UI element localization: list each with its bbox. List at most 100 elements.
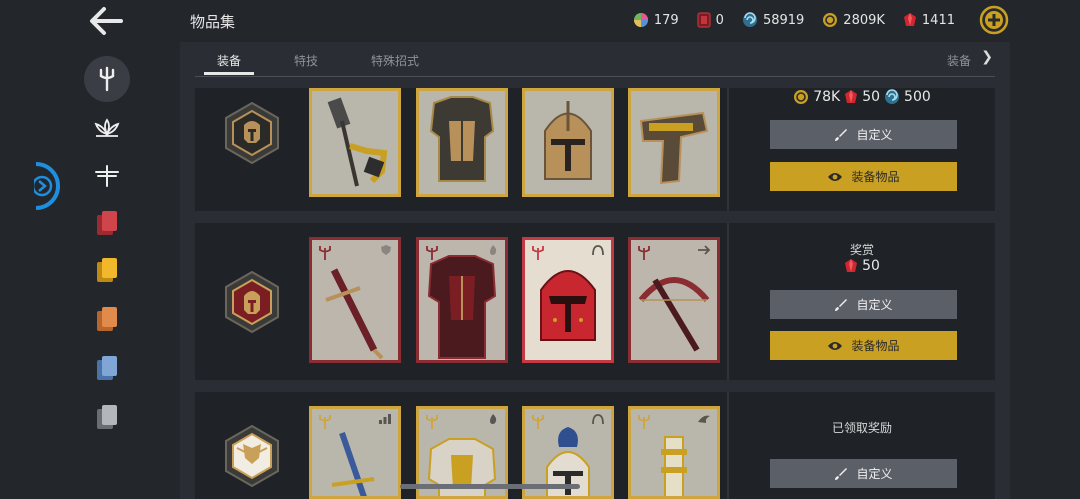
orange-cards-icon [97,307,117,331]
set-row: 已领取奖励 自定义 [195,392,995,499]
ruby-icon [903,13,916,26]
tab-equipment[interactable]: 装备 [217,52,241,69]
item-card-ranged[interactable] [628,88,720,197]
cost-rubies: 50 [862,89,881,105]
customize-button[interactable]: 自定义 [770,459,957,488]
blue-cards-icon [97,356,117,380]
next-tab-label[interactable]: 装备 [947,52,971,69]
brush-icon [835,128,848,141]
equip-button[interactable]: 装备物品 [770,162,957,191]
yellow-cards-icon [97,258,117,282]
nav-lotus[interactable] [84,106,130,152]
color-wheel-icon [633,13,648,27]
gun-art [639,111,709,185]
chevron-right-icon[interactable]: ❯ [981,49,993,65]
item-card-weapon[interactable] [309,237,401,363]
cost-spirals: 500 [904,89,931,105]
nav-blue-cards[interactable] [84,345,130,391]
set-actions: 78K 50 500 自定义 装备物品 [729,88,995,211]
armor-art [429,96,495,182]
ruby-icon [845,259,858,272]
horizontal-scrollbar[interactable] [400,484,580,489]
set-actions: 奖赏 50 自定义 装备物品 [729,223,995,380]
launcher-art [661,436,687,496]
item-card-helmet[interactable] [522,88,614,197]
item-card-weapon[interactable] [309,406,401,499]
lotus-icon [94,118,120,137]
nav-yellow-cards[interactable] [84,247,130,293]
blue-spiral-icon [885,89,900,104]
back-button[interactable] [88,6,124,36]
cost-coins: 78K [813,89,841,105]
currency-cards[interactable]: 0 [697,12,724,28]
dragonfly-icon [95,165,119,187]
item-card-ranged[interactable] [628,237,720,363]
winged-hex-emblem [225,424,279,488]
page-title: 物品集 [190,13,236,31]
set-row: 78K 50 500 自定义 装备物品 [195,88,995,211]
gold-coin-icon [823,13,838,27]
tab-bar: 装备 特技 特殊招式 装备 ❯ [195,44,995,77]
active-tab-indicator [204,72,254,75]
red-card-icon [697,12,711,28]
set-row: 奖赏 50 自定义 装备物品 [195,223,995,380]
set-cost: 78K 50 500 [729,89,995,105]
trident-icon [99,66,115,92]
currency-spirals[interactable]: 58919 [742,12,804,28]
customize-label: 自定义 [856,298,893,312]
item-card-ranged[interactable] [628,406,720,499]
customize-button[interactable]: 自定义 [770,290,957,319]
reward-label: 奖赏 [849,243,874,257]
brush-icon [835,467,848,480]
eye-icon [828,172,843,181]
tab-skills[interactable]: 特技 [294,52,318,69]
item-card-armor[interactable] [416,237,508,363]
armor-art [427,255,497,359]
currency-value: 179 [653,12,679,28]
customize-label: 自定义 [856,467,893,481]
helmet-art [546,427,590,496]
top-bar: 物品集 179 0 58919 2809K 1411 [0,0,1080,42]
crossbow-art [638,277,710,352]
red-cards-icon [97,211,117,235]
nav-orange-cards[interactable] [84,296,130,342]
equip-label: 装备物品 [851,339,900,353]
nav-dragonfly[interactable] [84,153,130,199]
currency-value: 1411 [921,12,955,28]
item-card-armor[interactable] [416,88,508,197]
customize-button[interactable]: 自定义 [770,120,957,149]
gray-cards-icon [97,405,117,429]
item-card-helmet[interactable] [522,237,614,363]
blue-spiral-icon [742,12,757,27]
gold-coin-icon [794,90,809,104]
customize-label: 自定义 [856,128,893,142]
reward-claimed-label: 已领取奖励 [831,421,892,435]
sword-art [325,268,384,360]
currency-coins[interactable]: 2809K [822,12,885,28]
equip-label: 装备物品 [851,170,900,184]
sword-art [331,432,375,496]
side-drawer-handle[interactable] [31,160,64,212]
plus-circle-icon [979,5,1009,35]
equip-button[interactable]: 装备物品 [770,331,957,360]
add-currency-button[interactable] [979,5,1009,35]
spartan-hex-emblem [225,270,279,334]
nav-trident[interactable] [84,56,130,102]
currency-rubies[interactable]: 1411 [903,12,955,28]
currency-bar: 179 0 58919 2809K 1411 [633,12,955,28]
helmet-art [544,101,592,180]
reward-rubies: 50 [862,258,880,274]
item-card-weapon[interactable] [309,88,401,197]
currency-value: 2809K [843,12,885,28]
armor-art [427,438,497,496]
helmet-hex-emblem [225,101,279,165]
tab-special-moves[interactable]: 特殊招式 [371,52,419,69]
currency-value: 0 [715,12,724,28]
arrow-left-icon [90,7,123,35]
nav-red-cards[interactable] [84,200,130,246]
ruby-icon [845,90,858,103]
nav-gray-cards[interactable] [84,394,130,440]
currency-gems[interactable]: 179 [633,12,679,28]
left-nav [0,42,180,499]
expand-arrow-icon [31,162,60,210]
